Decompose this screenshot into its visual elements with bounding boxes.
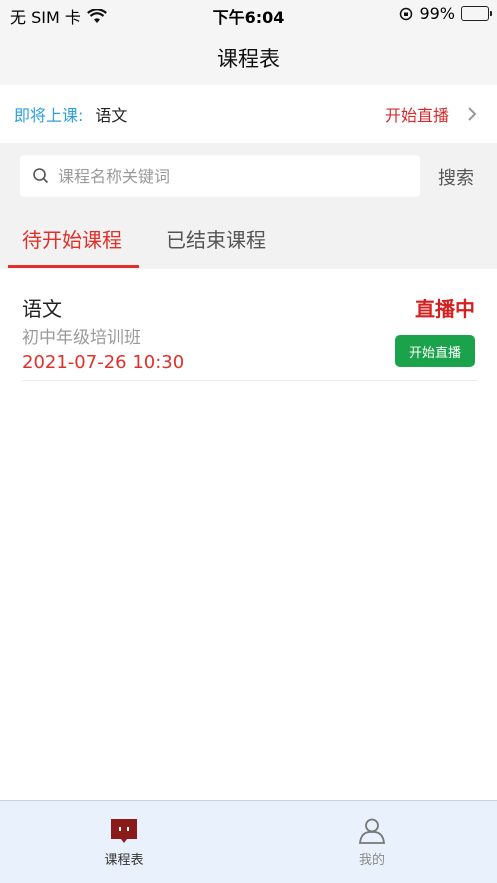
tab-finished-courses[interactable]: 已结束课程	[166, 224, 266, 253]
upcoming-label: 即将上课:	[14, 106, 84, 125]
schedule-icon	[111, 819, 137, 843]
start-live-button[interactable]: 开始直播	[395, 335, 475, 367]
search-box[interactable]	[20, 155, 420, 197]
course-name: 语文	[22, 297, 62, 321]
live-status-badge: 直播中	[415, 297, 475, 321]
active-tab-indicator	[8, 265, 139, 268]
search-button[interactable]: 搜索	[438, 164, 474, 190]
upcoming-class-bar[interactable]: 即将上课: 语文 开始直播	[0, 85, 497, 143]
tabbar-label-schedule: 课程表	[104, 853, 144, 868]
tabbar-item-schedule[interactable]: 课程表	[79, 817, 169, 868]
battery-percent: 99%	[419, 4, 455, 23]
upcoming-course: 语文	[95, 106, 128, 125]
tab-upcoming-courses[interactable]: 待开始课程	[22, 224, 122, 253]
tabbar-item-mine[interactable]: 我的	[327, 817, 417, 868]
tabbar-label-mine: 我的	[358, 853, 385, 868]
course-time: 2021-07-26 10:30	[22, 352, 185, 373]
chevron-right-icon[interactable]	[465, 105, 479, 123]
search-input[interactable]	[58, 166, 398, 186]
profile-icon	[359, 818, 385, 844]
bottom-tab-bar: 课程表 我的	[0, 800, 497, 883]
course-card[interactable]: 语文 初中年级培训班 2021-07-26 10:30 直播中 开始直播	[22, 285, 477, 381]
battery-icon	[461, 6, 492, 21]
orientation-lock-icon	[400, 7, 413, 20]
search-icon	[33, 168, 49, 184]
start-live-link[interactable]: 开始直播	[385, 102, 449, 126]
status-right: 99%	[399, 4, 492, 23]
page-title: 课程表	[0, 30, 497, 85]
status-bar: 无 SIM 卡 下午6:04 99%	[0, 0, 497, 30]
course-class: 初中年级培训班	[22, 328, 141, 348]
